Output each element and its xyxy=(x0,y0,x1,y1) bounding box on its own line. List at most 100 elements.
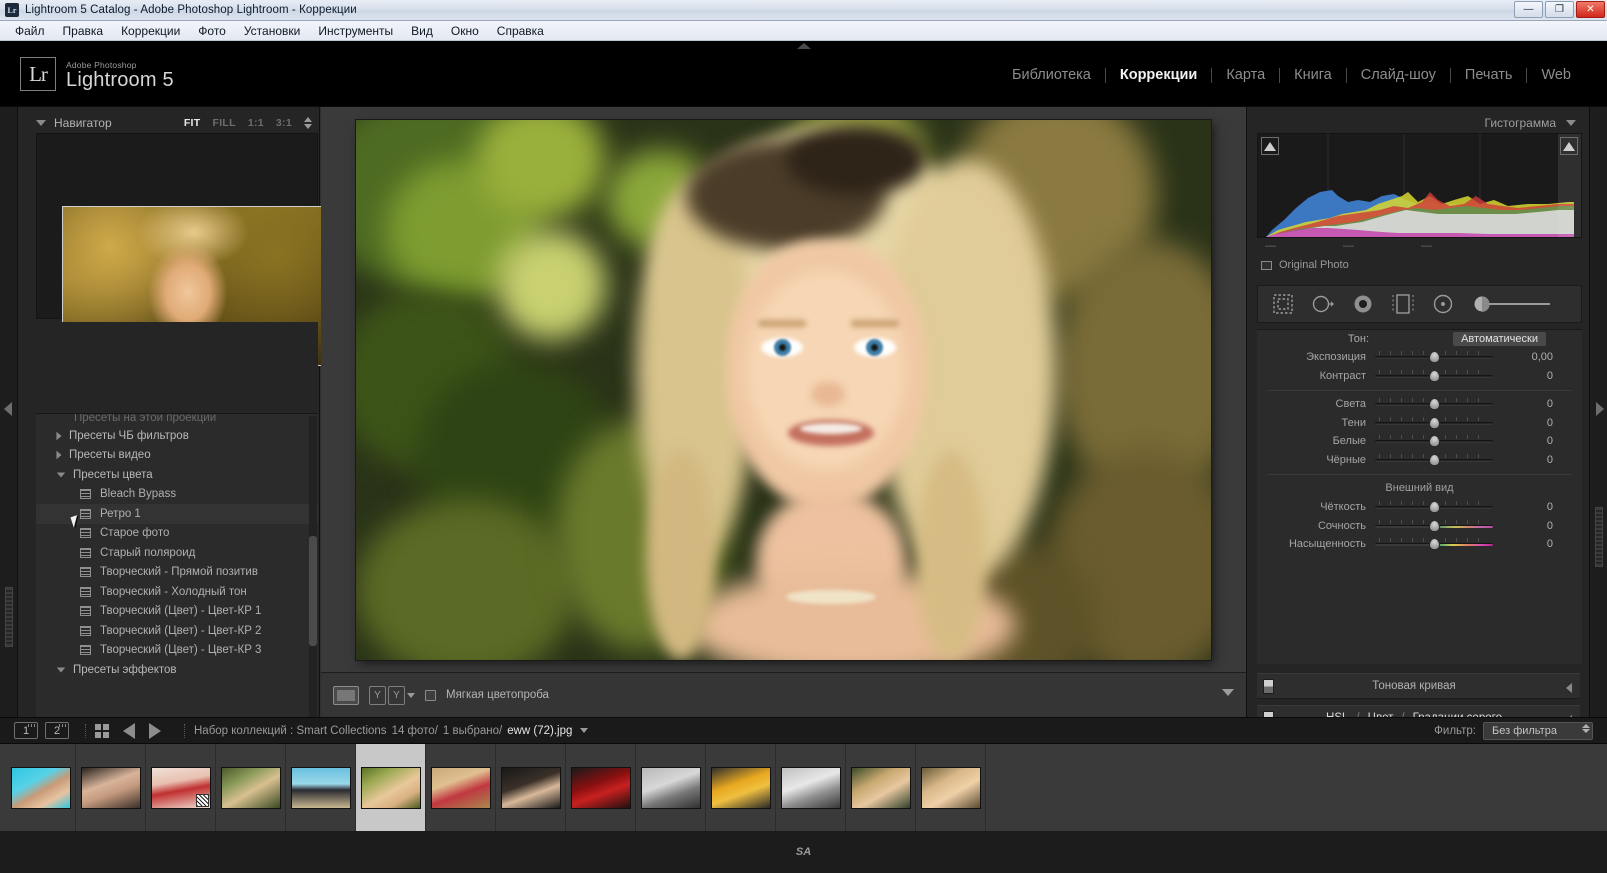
menu-item-8[interactable]: Справка xyxy=(488,22,553,40)
thumb-5[interactable] xyxy=(290,766,351,809)
slider-track[interactable] xyxy=(1375,350,1493,364)
grid-view-icon[interactable] xyxy=(95,723,109,738)
menu-item-0[interactable]: Файл xyxy=(6,22,54,40)
preset-group-0[interactable]: Пресеты ЧБ фильтров xyxy=(36,426,318,446)
slider-knob[interactable] xyxy=(1429,369,1440,382)
filmstrip-cell-7[interactable] xyxy=(496,744,566,831)
main-photo[interactable] xyxy=(356,119,1211,660)
thumb-3[interactable] xyxy=(150,766,211,809)
after-view-icon[interactable]: Y xyxy=(388,685,405,705)
thumb-4[interactable] xyxy=(220,766,281,809)
thumb-6[interactable] xyxy=(360,766,421,809)
filter-stepper-icon[interactable] xyxy=(1582,724,1590,733)
preset-item-3[interactable]: Старый поляроид xyxy=(36,543,318,563)
filmstrip-cell-5[interactable] xyxy=(356,744,426,831)
develop-badge-icon[interactable] xyxy=(195,793,209,807)
panel-toggle-switch[interactable] xyxy=(1263,678,1274,694)
module-6[interactable]: Web xyxy=(1527,65,1585,85)
slider-knob[interactable] xyxy=(1429,351,1440,364)
histogram-collapse-icon[interactable] xyxy=(1566,120,1576,126)
thumb-7[interactable] xyxy=(430,766,491,809)
chevron-down-icon[interactable] xyxy=(56,472,66,478)
slider-row-7[interactable]: Сочность 0 xyxy=(1257,517,1582,536)
expand-left-panel-icon[interactable] xyxy=(4,402,12,416)
navigator-zoom-fill[interactable]: FILL xyxy=(212,117,235,129)
slider-value[interactable]: 0 xyxy=(1493,501,1563,513)
slider-value[interactable]: 0 xyxy=(1493,538,1563,550)
highlight-clipping-indicator[interactable] xyxy=(1560,137,1578,155)
spot-removal-tool[interactable] xyxy=(1312,294,1334,314)
left-panel-scrollbar[interactable] xyxy=(5,587,13,647)
chevron-right-icon[interactable] xyxy=(56,431,62,440)
slider-track[interactable] xyxy=(1375,397,1493,411)
preset-item-0[interactable]: Bleach Bypass xyxy=(36,485,318,505)
loupe-view-icon[interactable] xyxy=(333,685,359,705)
thumb-8[interactable] xyxy=(500,766,561,809)
current-filename[interactable]: eww (72).jpg xyxy=(507,725,572,737)
panel-expand-chevron-icon[interactable] xyxy=(1566,683,1572,693)
slider-value[interactable]: 0 xyxy=(1493,370,1563,382)
preset-group-effects[interactable]: Пресеты эффектов xyxy=(36,660,318,680)
slider-row-6[interactable]: Чёткость 0 xyxy=(1257,498,1582,517)
thumb-9[interactable] xyxy=(570,766,631,809)
slider-value[interactable]: 0 xyxy=(1493,520,1563,532)
go-forward-icon[interactable] xyxy=(149,722,161,739)
menu-item-3[interactable]: Фото xyxy=(189,22,235,40)
navigator-zoom-1-1[interactable]: 1:1 xyxy=(248,117,264,129)
navigator-collapse-icon[interactable] xyxy=(36,120,46,126)
slider-value[interactable]: 0,00 xyxy=(1493,351,1563,363)
preset-item-7[interactable]: Творческий (Цвет) - Цвет-КР 2 xyxy=(36,621,318,641)
right-panel-scrollbar[interactable] xyxy=(1595,507,1603,567)
close-button[interactable]: ✕ xyxy=(1576,1,1605,18)
slider-track[interactable] xyxy=(1375,500,1493,514)
filmstrip-cell-0[interactable] xyxy=(6,744,76,831)
slider-value[interactable]: 0 xyxy=(1493,417,1563,429)
filmstrip-cell-13[interactable] xyxy=(916,744,986,831)
preset-item-8[interactable]: Творческий (Цвет) - Цвет-КР 3 xyxy=(36,641,318,661)
navigator-zoom-fit[interactable]: FIT xyxy=(184,117,201,129)
radial-filter-tool[interactable] xyxy=(1432,293,1454,315)
preset-item-6[interactable]: Творческий (Цвет) - Цвет-КР 1 xyxy=(36,602,318,622)
identity-plate[interactable]: Lr Adobe Photoshop Lightroom 5 xyxy=(20,57,174,91)
source-label[interactable]: Набор коллекций : Smart Collections xyxy=(194,725,387,737)
slider-knob[interactable] xyxy=(1429,398,1440,411)
photo-viewport[interactable] xyxy=(321,107,1246,672)
slider-knob[interactable] xyxy=(1429,416,1440,429)
crop-tool[interactable] xyxy=(1272,293,1294,315)
thumb-2[interactable] xyxy=(80,766,141,809)
slider-value[interactable]: 0 xyxy=(1493,398,1563,410)
slider-knob[interactable] xyxy=(1429,501,1440,514)
slider-row-0[interactable]: Экспозиция 0,00 xyxy=(1257,348,1582,367)
thumb-12[interactable] xyxy=(780,766,841,809)
red-eye-tool[interactable] xyxy=(1352,293,1374,315)
slider-track[interactable] xyxy=(1375,453,1493,467)
filmstrip-cell-3[interactable] xyxy=(216,744,286,831)
preset-group-1[interactable]: Пресеты видео xyxy=(36,446,318,466)
left-panel-edge[interactable] xyxy=(0,107,18,717)
maximize-button[interactable]: ❐ xyxy=(1545,1,1574,18)
preset-group-2[interactable]: Пресеты цвета xyxy=(36,465,318,485)
thumb-11[interactable] xyxy=(710,766,771,809)
slider-row-3[interactable]: Тени 0 xyxy=(1257,414,1582,433)
filmstrip-cell-1[interactable] xyxy=(76,744,146,831)
screen-2-button[interactable]: 2 xyxy=(45,722,69,739)
menu-item-7[interactable]: Окно xyxy=(442,22,488,40)
slider-knob[interactable] xyxy=(1429,453,1440,466)
slider-knob[interactable] xyxy=(1429,538,1440,551)
expand-right-panel-icon[interactable] xyxy=(1596,402,1604,416)
menu-item-5[interactable]: Инструменты xyxy=(309,22,402,40)
slider-track[interactable] xyxy=(1375,369,1493,383)
slider-track[interactable] xyxy=(1375,434,1493,448)
thumb-14[interactable] xyxy=(920,766,981,809)
filename-chevron-down-icon[interactable] xyxy=(580,728,589,733)
preset-item-2[interactable]: Старое фото xyxy=(36,524,318,544)
slider-row-2[interactable]: Света 0 xyxy=(1257,395,1582,414)
module-0[interactable]: Библиотека xyxy=(998,65,1105,85)
filmstrip-cell-6[interactable] xyxy=(426,744,496,831)
before-view-icon[interactable]: Y xyxy=(369,685,386,705)
screen-1-button[interactable]: 1 xyxy=(14,722,38,739)
slider-value[interactable]: 0 xyxy=(1493,435,1563,447)
collapse-top-panel-arrow[interactable] xyxy=(796,43,811,49)
preset-item-1[interactable]: Ретро 1 xyxy=(36,504,318,528)
slider-knob[interactable] xyxy=(1429,435,1440,448)
